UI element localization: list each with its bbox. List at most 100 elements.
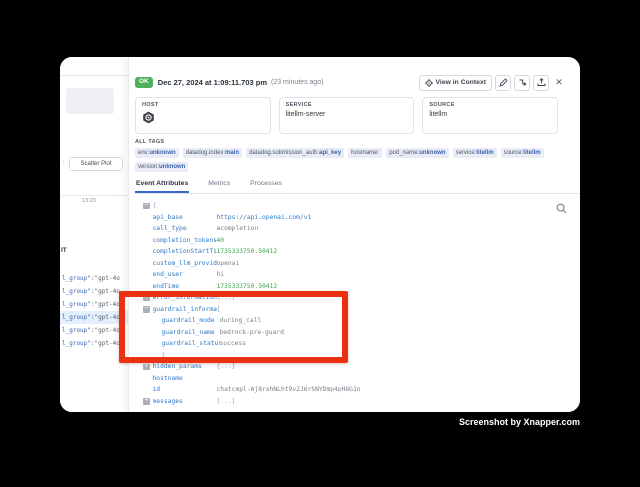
json-value: {...} <box>217 294 236 301</box>
close-button[interactable]: ✕ <box>552 75 566 91</box>
screenshot-stage: : Scatter Plot 13:23 IT l_group":"gpt-4o… <box>0 0 640 487</box>
event-timestamp: Dec 27, 2024 at 1:09:11.703 pm <box>158 78 267 87</box>
json-attribute-row: guardrail_statussuccess <box>152 338 570 350</box>
json-attribute-row: hostname <box>143 373 570 385</box>
json-key[interactable]: guardrail_information <box>153 306 217 313</box>
related-events-icon <box>518 78 527 87</box>
tag-chip[interactable]: source:litellm <box>501 148 544 158</box>
list-item[interactable]: l_group":"gpt-4o <box>60 324 128 337</box>
edit-button[interactable] <box>495 75 511 91</box>
json-value: 1735333750.50412 <box>217 283 278 290</box>
search-icon[interactable] <box>556 203 567 214</box>
tag-value: litellm <box>476 150 493 156</box>
tag-chip[interactable]: hostname: <box>348 148 382 158</box>
tag-chip[interactable]: datadog.index:main <box>183 148 242 158</box>
json-key[interactable]: api_base <box>153 214 217 221</box>
tab-event-attributes[interactable]: Event Attributes <box>135 177 189 193</box>
scatter-plot-button[interactable]: Scatter Plot <box>69 157 123 171</box>
chart-gridline <box>60 195 128 196</box>
json-value: { <box>153 202 157 209</box>
json-value: bedrock-pre-guard <box>220 329 284 336</box>
host-label: HOST <box>142 102 264 108</box>
expand-toggle-icon[interactable]: − <box>143 306 150 313</box>
tag-chip[interactable]: pod_name:unknown <box>386 148 448 158</box>
list-item[interactable]: l_group":"gpt-4o <box>60 298 128 311</box>
json-value: success <box>220 340 247 347</box>
expand-toggle-icon[interactable]: + <box>143 364 150 371</box>
x-axis-tick: 13:23 <box>82 198 96 204</box>
json-key[interactable]: guardrail_name <box>162 329 220 336</box>
tag-value: api_key <box>319 150 341 156</box>
json-attribute-row: idchatcmpl-Aj8rxhNLht9v2J6rSNYDmp4pH8G1n <box>143 384 570 396</box>
json-key[interactable]: completion_tokens <box>153 237 217 244</box>
export-button[interactable] <box>533 75 549 91</box>
json-value: {...} <box>217 363 236 370</box>
view-in-context-label: View in Context <box>436 79 486 86</box>
panel-header: OK Dec 27, 2024 at 1:09:11.703 pm (23 mi… <box>135 74 566 91</box>
json-key[interactable]: call_type <box>153 225 217 232</box>
expand-toggle-icon[interactable]: + <box>143 295 150 302</box>
json-attribute-row: +hidden_params{...} <box>143 361 570 373</box>
row-link-text: l_group" <box>62 301 91 308</box>
tab-processes[interactable]: Processes <box>249 177 283 193</box>
row-link-text: l_group" <box>62 327 91 334</box>
tag-key: source: <box>504 150 524 156</box>
related-events-button[interactable] <box>514 75 530 91</box>
json-key[interactable]: hidden_params <box>153 363 217 370</box>
divider <box>60 75 128 76</box>
list-item[interactable]: l_group":"gpt-4o <box>60 337 128 350</box>
json-value[interactable]: https://api.openai.com/v1 <box>217 214 312 221</box>
expand-toggle-icon[interactable]: − <box>143 203 150 210</box>
export-icon <box>537 78 546 87</box>
json-key[interactable]: messages <box>153 398 217 405</box>
list-item[interactable]: l_group":"gpt-4o <box>60 272 128 285</box>
json-value: hi <box>217 271 225 278</box>
json-key[interactable]: id <box>153 386 217 393</box>
tag-key: hostname: <box>351 150 379 156</box>
row-rest-text: :"gpt-4o <box>91 327 120 334</box>
json-key[interactable]: endTime <box>153 283 217 290</box>
event-list: l_group":"gpt-4ol_group":"gpt-4ol_group"… <box>60 272 128 350</box>
json-key[interactable]: completionStartTime <box>153 248 217 255</box>
source-value: litellm <box>429 111 551 118</box>
json-attribute-row: +error_information{...} <box>143 292 570 304</box>
view-in-context-button[interactable]: View in Context <box>419 75 492 91</box>
json-value: 1735333750.50412 <box>217 248 278 255</box>
tag-key: datadog.submission_auth: <box>249 150 319 156</box>
json-key[interactable]: error_information <box>153 294 217 301</box>
host-box[interactable]: HOST <box>135 97 271 134</box>
row-link-text: l_group" <box>62 275 91 282</box>
json-key[interactable]: end_user <box>153 271 217 278</box>
list-item[interactable]: l_group":"gpt-4o <box>60 311 128 324</box>
tag-value: unknown <box>149 150 175 156</box>
json-key[interactable]: hostname <box>153 375 217 382</box>
expand-toggle-icon[interactable]: + <box>143 398 150 405</box>
detail-tabs: Event Attributes Metrics Processes <box>135 177 580 194</box>
json-attribute-row: completionStartTime1735333750.50412 <box>143 246 570 258</box>
all-tags-section: ALL TAGS env:unknowndatadog.index:mainda… <box>135 139 558 172</box>
cut-control-fragment: : <box>63 160 65 166</box>
list-item[interactable]: l_group":"gpt-4o <box>60 285 128 298</box>
pencil-icon <box>499 78 508 87</box>
service-label: SERVICE <box>286 102 408 108</box>
tab-metrics[interactable]: Metrics <box>207 177 231 193</box>
tag-chip[interactable]: datadog.submission_auth:api_key <box>246 148 344 158</box>
tag-chip[interactable]: env:unknown <box>135 148 179 158</box>
tag-value: litellm <box>523 150 540 156</box>
tag-chip[interactable]: version:unknown <box>135 162 188 172</box>
legend-placeholder <box>66 88 114 114</box>
json-key[interactable]: custom_llm_provider <box>153 260 217 267</box>
source-box[interactable]: SOURCE litellm <box>422 97 558 134</box>
relative-time: (23 minutes ago) <box>271 79 324 86</box>
row-rest-text: :"gpt-4o <box>91 314 120 321</box>
tag-key: version: <box>138 164 159 170</box>
background-page: : Scatter Plot 13:23 IT l_group":"gpt-4o… <box>60 57 128 412</box>
json-value: acompletion <box>217 225 259 232</box>
json-key[interactable]: guardrail_status <box>162 340 220 347</box>
json-attribute-row: end_userhi <box>143 269 570 281</box>
service-box[interactable]: SERVICE litellm-server <box>279 97 415 134</box>
json-key[interactable]: guardrail_mode <box>162 317 220 324</box>
json-attribute-row: call_typeacompletion <box>143 223 570 235</box>
json-attribute-row: } <box>152 350 570 362</box>
tag-chip[interactable]: service:litellm <box>453 148 497 158</box>
